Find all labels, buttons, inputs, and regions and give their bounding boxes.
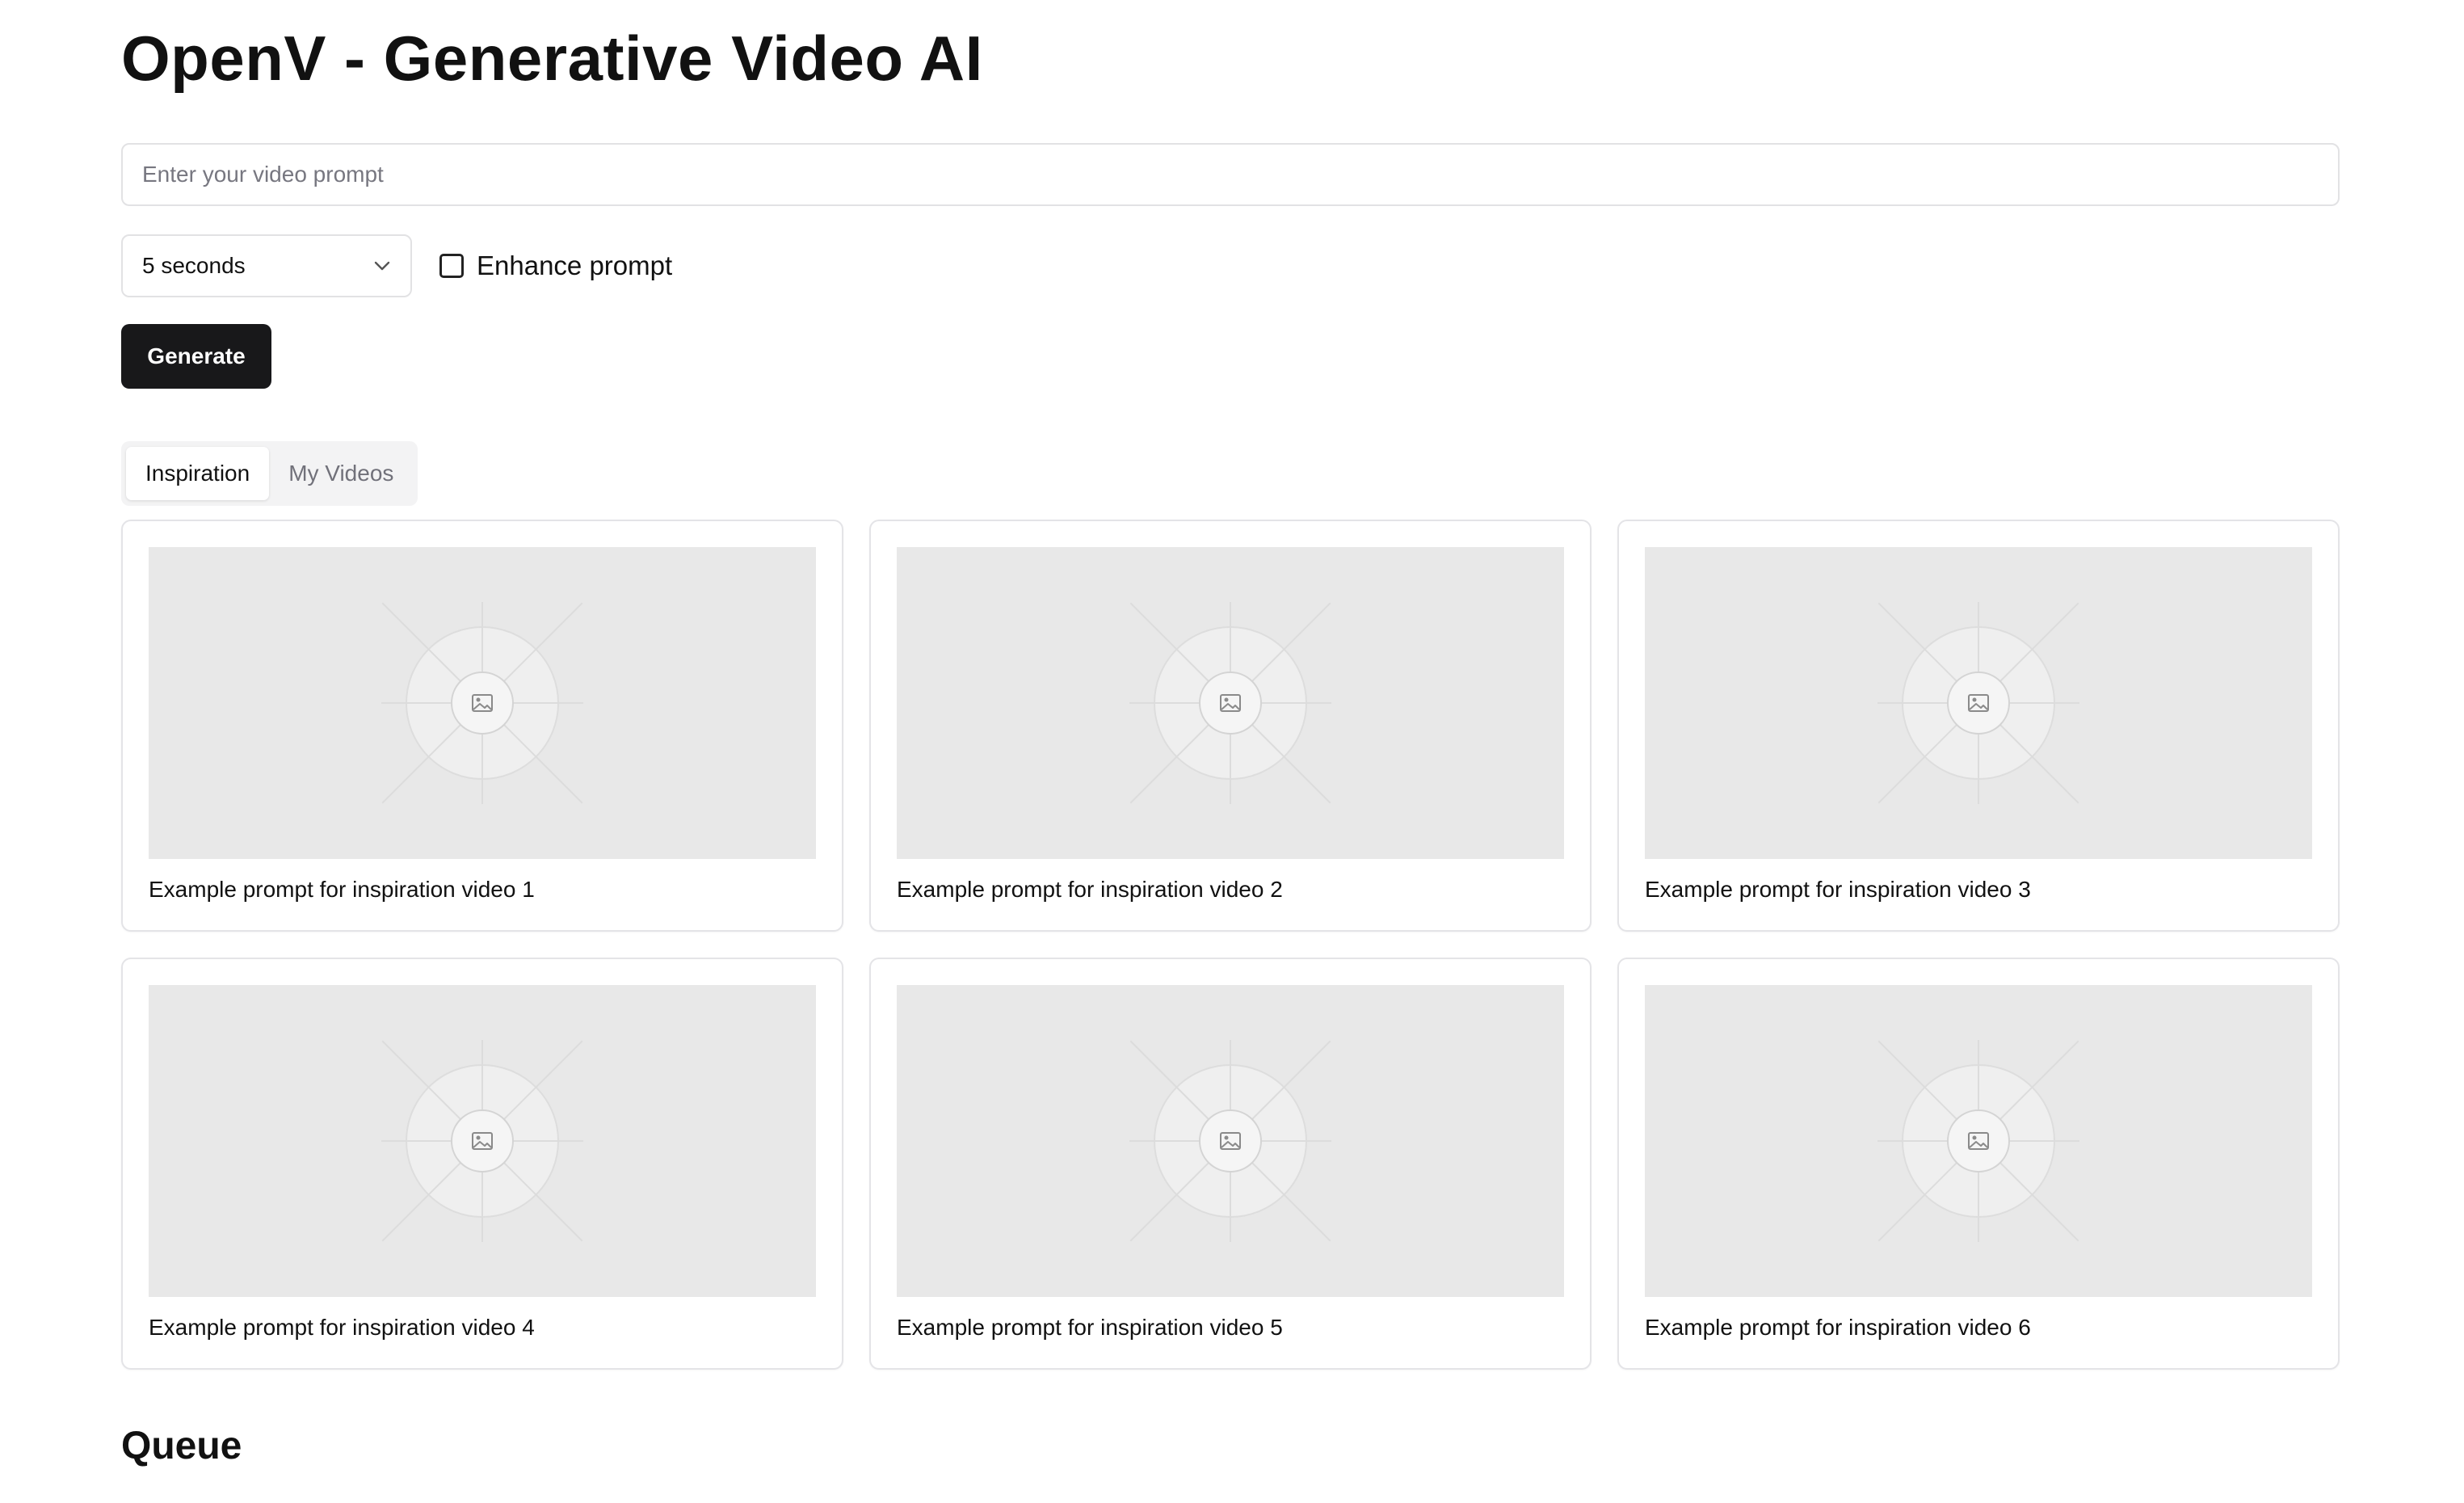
enhance-prompt-checkbox[interactable] <box>439 254 464 278</box>
inspiration-card[interactable]: Example prompt for inspiration video 2 <box>869 520 1592 932</box>
video-thumbnail[interactable] <box>1645 985 2312 1297</box>
card-caption: Example prompt for inspiration video 1 <box>149 877 535 902</box>
queue-heading: Queue <box>121 1425 242 1467</box>
card-caption: Example prompt for inspiration video 2 <box>897 877 1283 902</box>
inspiration-card[interactable]: Example prompt for inspiration video 4 <box>121 958 843 1370</box>
page-title: OpenV - Generative Video AI <box>121 23 983 94</box>
generate-button[interactable]: Generate <box>121 324 271 389</box>
inspiration-card[interactable]: Example prompt for inspiration video 3 <box>1617 520 2340 932</box>
video-thumbnail[interactable] <box>897 547 1564 859</box>
thumbnail-placeholder-art <box>381 602 583 804</box>
inspiration-card[interactable]: Example prompt for inspiration video 6 <box>1617 958 2340 1370</box>
enhance-prompt-toggle[interactable]: Enhance prompt <box>439 250 672 281</box>
inspiration-card[interactable]: Example prompt for inspiration video 1 <box>121 520 843 932</box>
inspiration-grid: Example prompt for inspiration video 1 E… <box>121 520 2340 1370</box>
video-thumbnail[interactable] <box>149 985 816 1297</box>
tab-inspiration[interactable]: Inspiration <box>126 447 270 500</box>
tab-list: Inspiration My Videos <box>121 441 418 506</box>
video-thumbnail[interactable] <box>897 985 1564 1297</box>
thumbnail-placeholder-art <box>1877 602 2079 804</box>
thumbnail-placeholder-art <box>1129 1040 1331 1242</box>
video-thumbnail[interactable] <box>149 547 816 859</box>
video-thumbnail[interactable] <box>1645 547 2312 859</box>
thumbnail-placeholder-art <box>1129 602 1331 804</box>
inspiration-card[interactable]: Example prompt for inspiration video 5 <box>869 958 1592 1370</box>
duration-select[interactable]: 5 seconds <box>121 234 412 297</box>
thumbnail-placeholder-art <box>1877 1040 2079 1242</box>
app-page: OpenV - Generative Video AI 5 seconds En… <box>0 0 2464 1503</box>
prompt-input[interactable] <box>121 143 2340 206</box>
generation-options: 5 seconds Enhance prompt <box>121 234 672 297</box>
tab-my-videos[interactable]: My Videos <box>269 447 413 500</box>
duration-select-value: 5 seconds <box>142 253 246 278</box>
card-caption: Example prompt for inspiration video 6 <box>1645 1315 2031 1340</box>
card-caption: Example prompt for inspiration video 5 <box>897 1315 1283 1340</box>
enhance-prompt-label: Enhance prompt <box>477 250 673 280</box>
thumbnail-placeholder-art <box>381 1040 583 1242</box>
card-caption: Example prompt for inspiration video 3 <box>1645 877 2031 902</box>
card-caption: Example prompt for inspiration video 4 <box>149 1315 535 1340</box>
chevron-down-icon <box>373 260 391 272</box>
